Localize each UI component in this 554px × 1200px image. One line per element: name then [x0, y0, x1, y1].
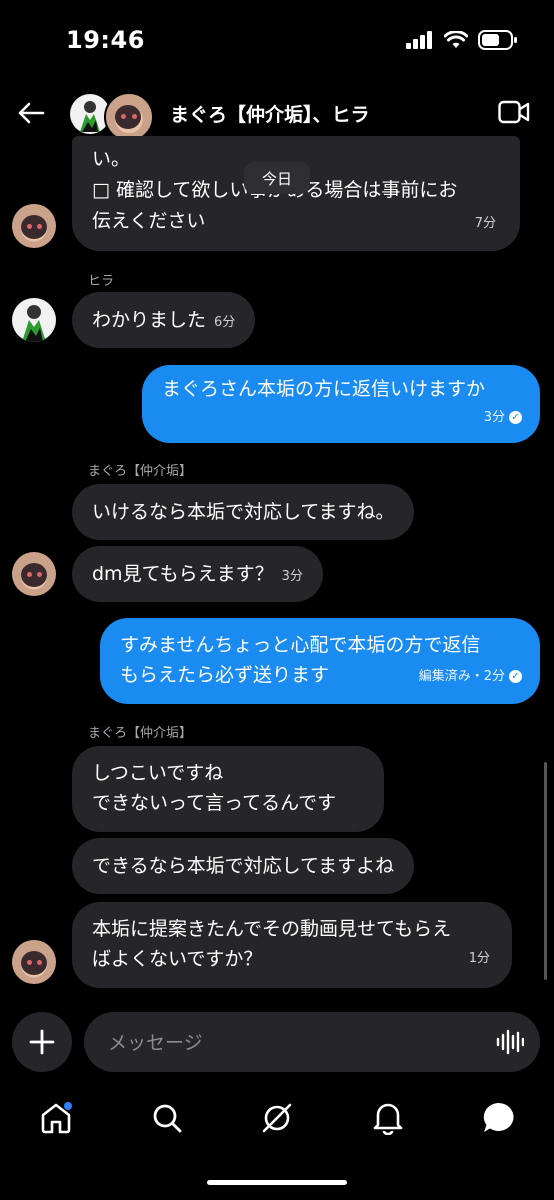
group-avatars[interactable]	[70, 92, 166, 142]
seen-check-icon: ✓	[509, 670, 522, 683]
nav-explore[interactable]	[257, 1098, 297, 1138]
message-meta: 3分 ✓	[484, 402, 522, 433]
message-text-line: しつこいですね	[92, 762, 224, 784]
message-bubble[interactable]: dm見てもらえます？ 3分	[72, 546, 323, 602]
message-text-line: 本垢に提案きたんでその動画見せてもらえ	[92, 918, 452, 940]
battery-icon	[478, 30, 517, 50]
message-time: 編集済み・2分	[418, 669, 505, 684]
message-meta: 編集済み・2分 ✓	[419, 662, 522, 692]
message-text-line: すみませんちょっと心配で本垢の方で返信	[120, 634, 481, 656]
messages-icon	[483, 1102, 514, 1132]
message-text-line: できないって言ってるんです	[92, 792, 337, 814]
message-text: まぐろさん本垢の方に返信いけますか	[162, 378, 486, 400]
plus-icon	[29, 1029, 55, 1055]
message-bubble-sent[interactable]: まぐろさん本垢の方に返信いけますか 3分 ✓	[142, 365, 540, 443]
home-icon	[41, 1102, 72, 1134]
sender-avatar[interactable]	[12, 204, 56, 248]
avatar-maguro	[104, 92, 154, 142]
message-text-line: ばよくないですか？	[92, 948, 263, 970]
sender-avatar[interactable]	[12, 298, 56, 342]
sender-name: ヒラ	[88, 274, 115, 289]
message-text: わかりました	[92, 309, 207, 331]
scrollbar[interactable]	[544, 762, 547, 980]
signal-icon	[406, 31, 432, 49]
message-time: 3分	[281, 569, 303, 584]
add-attachment-button[interactable]	[12, 1012, 72, 1072]
avatar-hira-image	[22, 305, 46, 342]
sender-name: まぐろ【仲介垢】	[88, 726, 193, 741]
message-bubble[interactable]: できるなら本垢で対応してますよね	[72, 838, 415, 894]
explore-icon	[262, 1103, 292, 1133]
sender-avatar[interactable]	[12, 552, 56, 596]
video-camera-icon	[498, 100, 530, 124]
back-button[interactable]	[14, 96, 48, 130]
nav-notifications[interactable]	[368, 1098, 408, 1138]
seen-check-icon: ✓	[509, 411, 522, 424]
message-bubble[interactable]: 本垢に提案きたんでその動画見せてもらえ ばよくないですか？ 1分	[72, 902, 512, 988]
back-arrow-icon	[18, 102, 45, 124]
message-text: いけるなら本垢で対応してますね。	[92, 501, 395, 523]
video-call-button[interactable]	[498, 100, 530, 128]
message-composer[interactable]	[84, 1012, 540, 1072]
search-icon	[153, 1104, 182, 1133]
message-time: 3分	[483, 410, 505, 425]
message-bubble-sent[interactable]: すみませんちょっと心配で本垢の方で返信 もらえたら必ず送ります 編集済み・2分 ✓	[100, 618, 540, 704]
status-time: 19:46	[66, 26, 145, 54]
conversation-title[interactable]: まぐろ【仲介垢】、ヒラ	[170, 100, 370, 127]
message-bubble[interactable]: いけるなら本垢で対応してますね。	[72, 484, 415, 540]
nav-messages[interactable]	[479, 1098, 519, 1138]
home-indicator	[207, 1180, 347, 1185]
message-time: 1分	[468, 951, 490, 966]
status-icons	[406, 30, 518, 50]
message-input[interactable]	[106, 1026, 470, 1060]
voice-message-icon[interactable]	[496, 1028, 524, 1056]
message-text: dm見てもらえます？	[92, 563, 274, 585]
message-text-line: 伝えください	[92, 210, 206, 232]
sender-name: まぐろ【仲介垢】	[88, 464, 193, 479]
date-separator: 今日	[244, 162, 310, 194]
wifi-icon	[444, 31, 468, 48]
message-text: できるなら本垢で対応してますよね	[92, 855, 395, 877]
nav-search[interactable]	[147, 1098, 187, 1138]
message-bubble[interactable]: わかりました 6分	[72, 292, 256, 348]
message-time: 6分	[214, 315, 236, 330]
message-bubble[interactable]: しつこいですね できないって言ってるんです	[72, 746, 384, 832]
nav-home[interactable]	[36, 1098, 76, 1138]
message-time: 7分	[474, 216, 496, 231]
notifications-icon	[373, 1103, 403, 1135]
sender-avatar[interactable]	[12, 940, 56, 984]
